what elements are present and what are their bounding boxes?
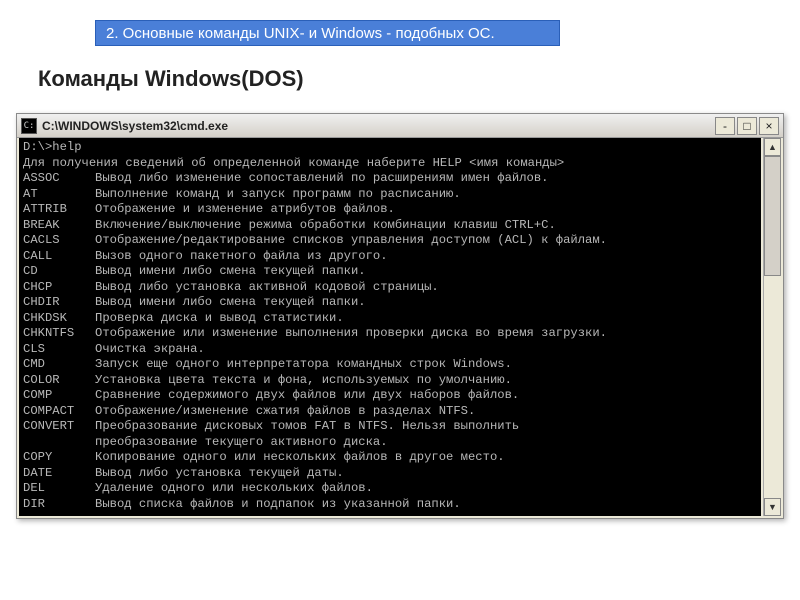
command-row: CHCPВывод либо установка активной кодово… xyxy=(23,280,757,296)
cmd-icon: C: xyxy=(21,118,37,134)
command-name: CLS xyxy=(23,342,95,358)
command-row: CLSОчистка экрана. xyxy=(23,342,757,358)
command-name: COLOR xyxy=(23,373,95,389)
command-row: COMPACTОтображение/изменение сжатия файл… xyxy=(23,404,757,420)
command-name: CHDIR xyxy=(23,295,95,311)
command-name: COMP xyxy=(23,388,95,404)
command-row: преобразование текущего активного диска. xyxy=(23,435,757,451)
command-name: DIR xyxy=(23,497,95,513)
window-controls: ‐ □ × xyxy=(715,117,779,135)
slide-header: 2. Основные команды UNIX- и Windows - по… xyxy=(95,20,560,46)
command-desc: Установка цвета текста и фона, используе… xyxy=(95,373,753,389)
command-row: CHDIRВывод имени либо смена текущей папк… xyxy=(23,295,757,311)
command-name: CACLS xyxy=(23,233,95,249)
command-name: CALL xyxy=(23,249,95,265)
scroll-down-button[interactable]: ▼ xyxy=(764,498,781,516)
prompt-line: D:\>help xyxy=(23,140,757,156)
command-name: CHKDSK xyxy=(23,311,95,327)
command-desc: Отображение/редактирование списков управ… xyxy=(95,233,753,249)
command-name: CD xyxy=(23,264,95,280)
command-desc: Копирование одного или нескольких файлов… xyxy=(95,450,753,466)
command-desc: Удаление одного или нескольких файлов. xyxy=(95,481,753,497)
command-row: BREAKВключение/выключение режима обработ… xyxy=(23,218,757,234)
scroll-up-button[interactable]: ▲ xyxy=(764,138,781,156)
command-row: DIRВывод списка файлов и подпапок из ука… xyxy=(23,497,757,513)
command-name: AT xyxy=(23,187,95,203)
command-row: ATВыполнение команд и запуск программ по… xyxy=(23,187,757,203)
command-row: CACLSОтображение/редактирование списков … xyxy=(23,233,757,249)
command-row: CONVERTПреобразование дисковых томов FAT… xyxy=(23,419,757,435)
titlebar[interactable]: C: C:\WINDOWS\system32\cmd.exe ‐ □ × xyxy=(17,114,783,138)
command-desc: Вывод либо установка текущей даты. xyxy=(95,466,753,482)
command-name: BREAK xyxy=(23,218,95,234)
command-desc: Проверка диска и вывод статистики. xyxy=(95,311,753,327)
command-desc: Отображение/изменение сжатия файлов в ра… xyxy=(95,404,753,420)
command-desc: Очистка экрана. xyxy=(95,342,753,358)
command-name: ATTRIB xyxy=(23,202,95,218)
command-row: ATTRIBОтображение и изменение атрибутов … xyxy=(23,202,757,218)
command-row: CALLВызов одного пакетного файла из друг… xyxy=(23,249,757,265)
command-name: CHKNTFS xyxy=(23,326,95,342)
command-desc: Выполнение команд и запуск программ по р… xyxy=(95,187,753,203)
close-button[interactable]: × xyxy=(759,117,779,135)
command-row: COPYКопирование одного или нескольких фа… xyxy=(23,450,757,466)
command-row: CMDЗапуск еще одного интерпретатора кома… xyxy=(23,357,757,373)
command-desc: Вывод либо изменение сопоставлений по ра… xyxy=(95,171,753,187)
command-desc: Вызов одного пакетного файла из другого. xyxy=(95,249,753,265)
command-row: CHKNTFSОтображение или изменение выполне… xyxy=(23,326,757,342)
command-desc: Сравнение содержимого двух файлов или дв… xyxy=(95,388,753,404)
command-name: DATE xyxy=(23,466,95,482)
command-name: CMD xyxy=(23,357,95,373)
command-name: CONVERT xyxy=(23,419,95,435)
command-desc: Отображение и изменение атрибутов файлов… xyxy=(95,202,753,218)
command-row: ASSOCВывод либо изменение сопоставлений … xyxy=(23,171,757,187)
maximize-button[interactable]: □ xyxy=(737,117,757,135)
command-name: CHCP xyxy=(23,280,95,296)
command-desc: Вывод имени либо смена текущей папки. xyxy=(95,295,753,311)
command-desc: Вывод списка файлов и подпапок из указан… xyxy=(95,497,753,513)
command-name: DEL xyxy=(23,481,95,497)
help-intro: Для получения сведений об определенной к… xyxy=(23,156,757,172)
command-name: COPY xyxy=(23,450,95,466)
command-name: COMPACT xyxy=(23,404,95,420)
command-row: COLORУстановка цвета текста и фона, испо… xyxy=(23,373,757,389)
cmd-window: C: C:\WINDOWS\system32\cmd.exe ‐ □ × D:\… xyxy=(16,113,784,519)
command-desc: Отображение или изменение выполнения про… xyxy=(95,326,753,342)
command-row: COMPСравнение содержимого двух файлов ил… xyxy=(23,388,757,404)
command-desc: Преобразование дисковых томов FAT в NTFS… xyxy=(95,419,753,435)
command-desc: Вывод имени либо смена текущей папки. xyxy=(95,264,753,280)
command-name: ASSOC xyxy=(23,171,95,187)
command-row: DATEВывод либо установка текущей даты. xyxy=(23,466,757,482)
minimize-button[interactable]: ‐ xyxy=(715,117,735,135)
scroll-thumb[interactable] xyxy=(764,156,781,276)
command-desc: преобразование текущего активного диска. xyxy=(95,435,753,451)
command-row: CDВывод имени либо смена текущей папки. xyxy=(23,264,757,280)
command-desc: Вывод либо установка активной кодовой ст… xyxy=(95,280,753,296)
vertical-scrollbar[interactable]: ▲ ▼ xyxy=(763,138,781,516)
command-row: DELУдаление одного или нескольких файлов… xyxy=(23,481,757,497)
section-title: Команды Windows(DOS) xyxy=(38,66,304,92)
window-title: C:\WINDOWS\system32\cmd.exe xyxy=(42,119,715,133)
command-desc: Включение/выключение режима обработки ко… xyxy=(95,218,753,234)
command-row: CHKDSKПроверка диска и вывод статистики. xyxy=(23,311,757,327)
command-desc: Запуск еще одного интерпретатора командн… xyxy=(95,357,753,373)
terminal-output[interactable]: D:\>helpДля получения сведений об опреде… xyxy=(19,138,761,516)
